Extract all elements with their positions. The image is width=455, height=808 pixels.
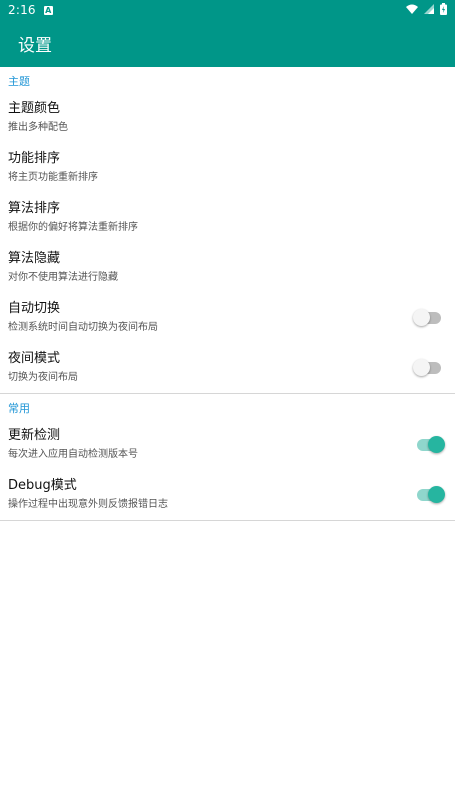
setting-summary: 每次进入应用自动检测版本号 (8, 449, 138, 460)
auto-switch-toggle[interactable] (413, 309, 441, 326)
setting-title: 更新检测 (8, 428, 61, 443)
setting-summary: 操作过程中出现意外则反馈报错日志 (8, 499, 168, 510)
setting-title: 自动切换 (8, 301, 61, 316)
setting-algorithm-hide[interactable]: 算法隐藏 对你不使用算法进行隐藏 (0, 243, 455, 293)
section-common: 常用 更新检测 每次进入应用自动检测版本号 Debug模式 操作过程中出现意外则… (0, 398, 455, 521)
toggle-thumb (413, 359, 430, 376)
setting-algorithm-order[interactable]: 算法排序 根据你的偏好将算法重新排序 (0, 193, 455, 243)
setting-auto-switch[interactable]: 自动切换 检测系统时间自动切换为夜间布局 (0, 293, 455, 343)
status-time: 2:16 (8, 3, 36, 17)
setting-title: 功能排序 (8, 151, 61, 166)
toggle-thumb (428, 436, 445, 453)
setting-title: 算法隐藏 (8, 251, 61, 266)
setting-summary: 将主页功能重新排序 (8, 172, 98, 183)
setting-update-check[interactable]: 更新检测 每次进入应用自动检测版本号 (0, 420, 455, 470)
setting-summary: 推出多种配色 (8, 122, 68, 133)
toggle-thumb (428, 486, 445, 503)
toggle-thumb (413, 309, 430, 326)
setting-debug-mode[interactable]: Debug模式 操作过程中出现意外则反馈报错日志 (0, 470, 455, 520)
setting-feature-order[interactable]: 功能排序 将主页功能重新排序 (0, 143, 455, 193)
setting-summary: 切换为夜间布局 (8, 372, 78, 383)
setting-title: 算法排序 (8, 201, 61, 216)
notification-icon: A (43, 5, 53, 15)
setting-theme-color[interactable]: 主题颜色 推出多种配色 (0, 93, 455, 143)
section-header-theme: 主题 (8, 75, 30, 88)
setting-title: 夜间模式 (8, 351, 61, 366)
night-mode-toggle[interactable] (413, 359, 441, 376)
toolbar: 设置 (0, 20, 455, 67)
battery-icon (440, 3, 447, 15)
setting-summary: 检测系统时间自动切换为夜间布局 (8, 322, 158, 333)
setting-night-mode[interactable]: 夜间模式 切换为夜间布局 (0, 343, 455, 393)
section-theme: 主题 主题颜色 推出多种配色 功能排序 将主页功能重新排序 算法排序 根据你的偏… (0, 71, 455, 394)
section-header-common: 常用 (8, 402, 30, 415)
update-check-toggle[interactable] (417, 436, 445, 453)
setting-title: Debug模式 (8, 478, 77, 493)
setting-summary: 根据你的偏好将算法重新排序 (8, 222, 138, 233)
setting-title: 主题颜色 (8, 101, 61, 116)
signal-icon (424, 4, 434, 14)
page-title: 设置 (18, 36, 52, 56)
setting-summary: 对你不使用算法进行隐藏 (8, 272, 118, 283)
wifi-icon (406, 4, 418, 14)
status-bar: 2:16 A (0, 0, 455, 20)
debug-mode-toggle[interactable] (417, 486, 445, 503)
